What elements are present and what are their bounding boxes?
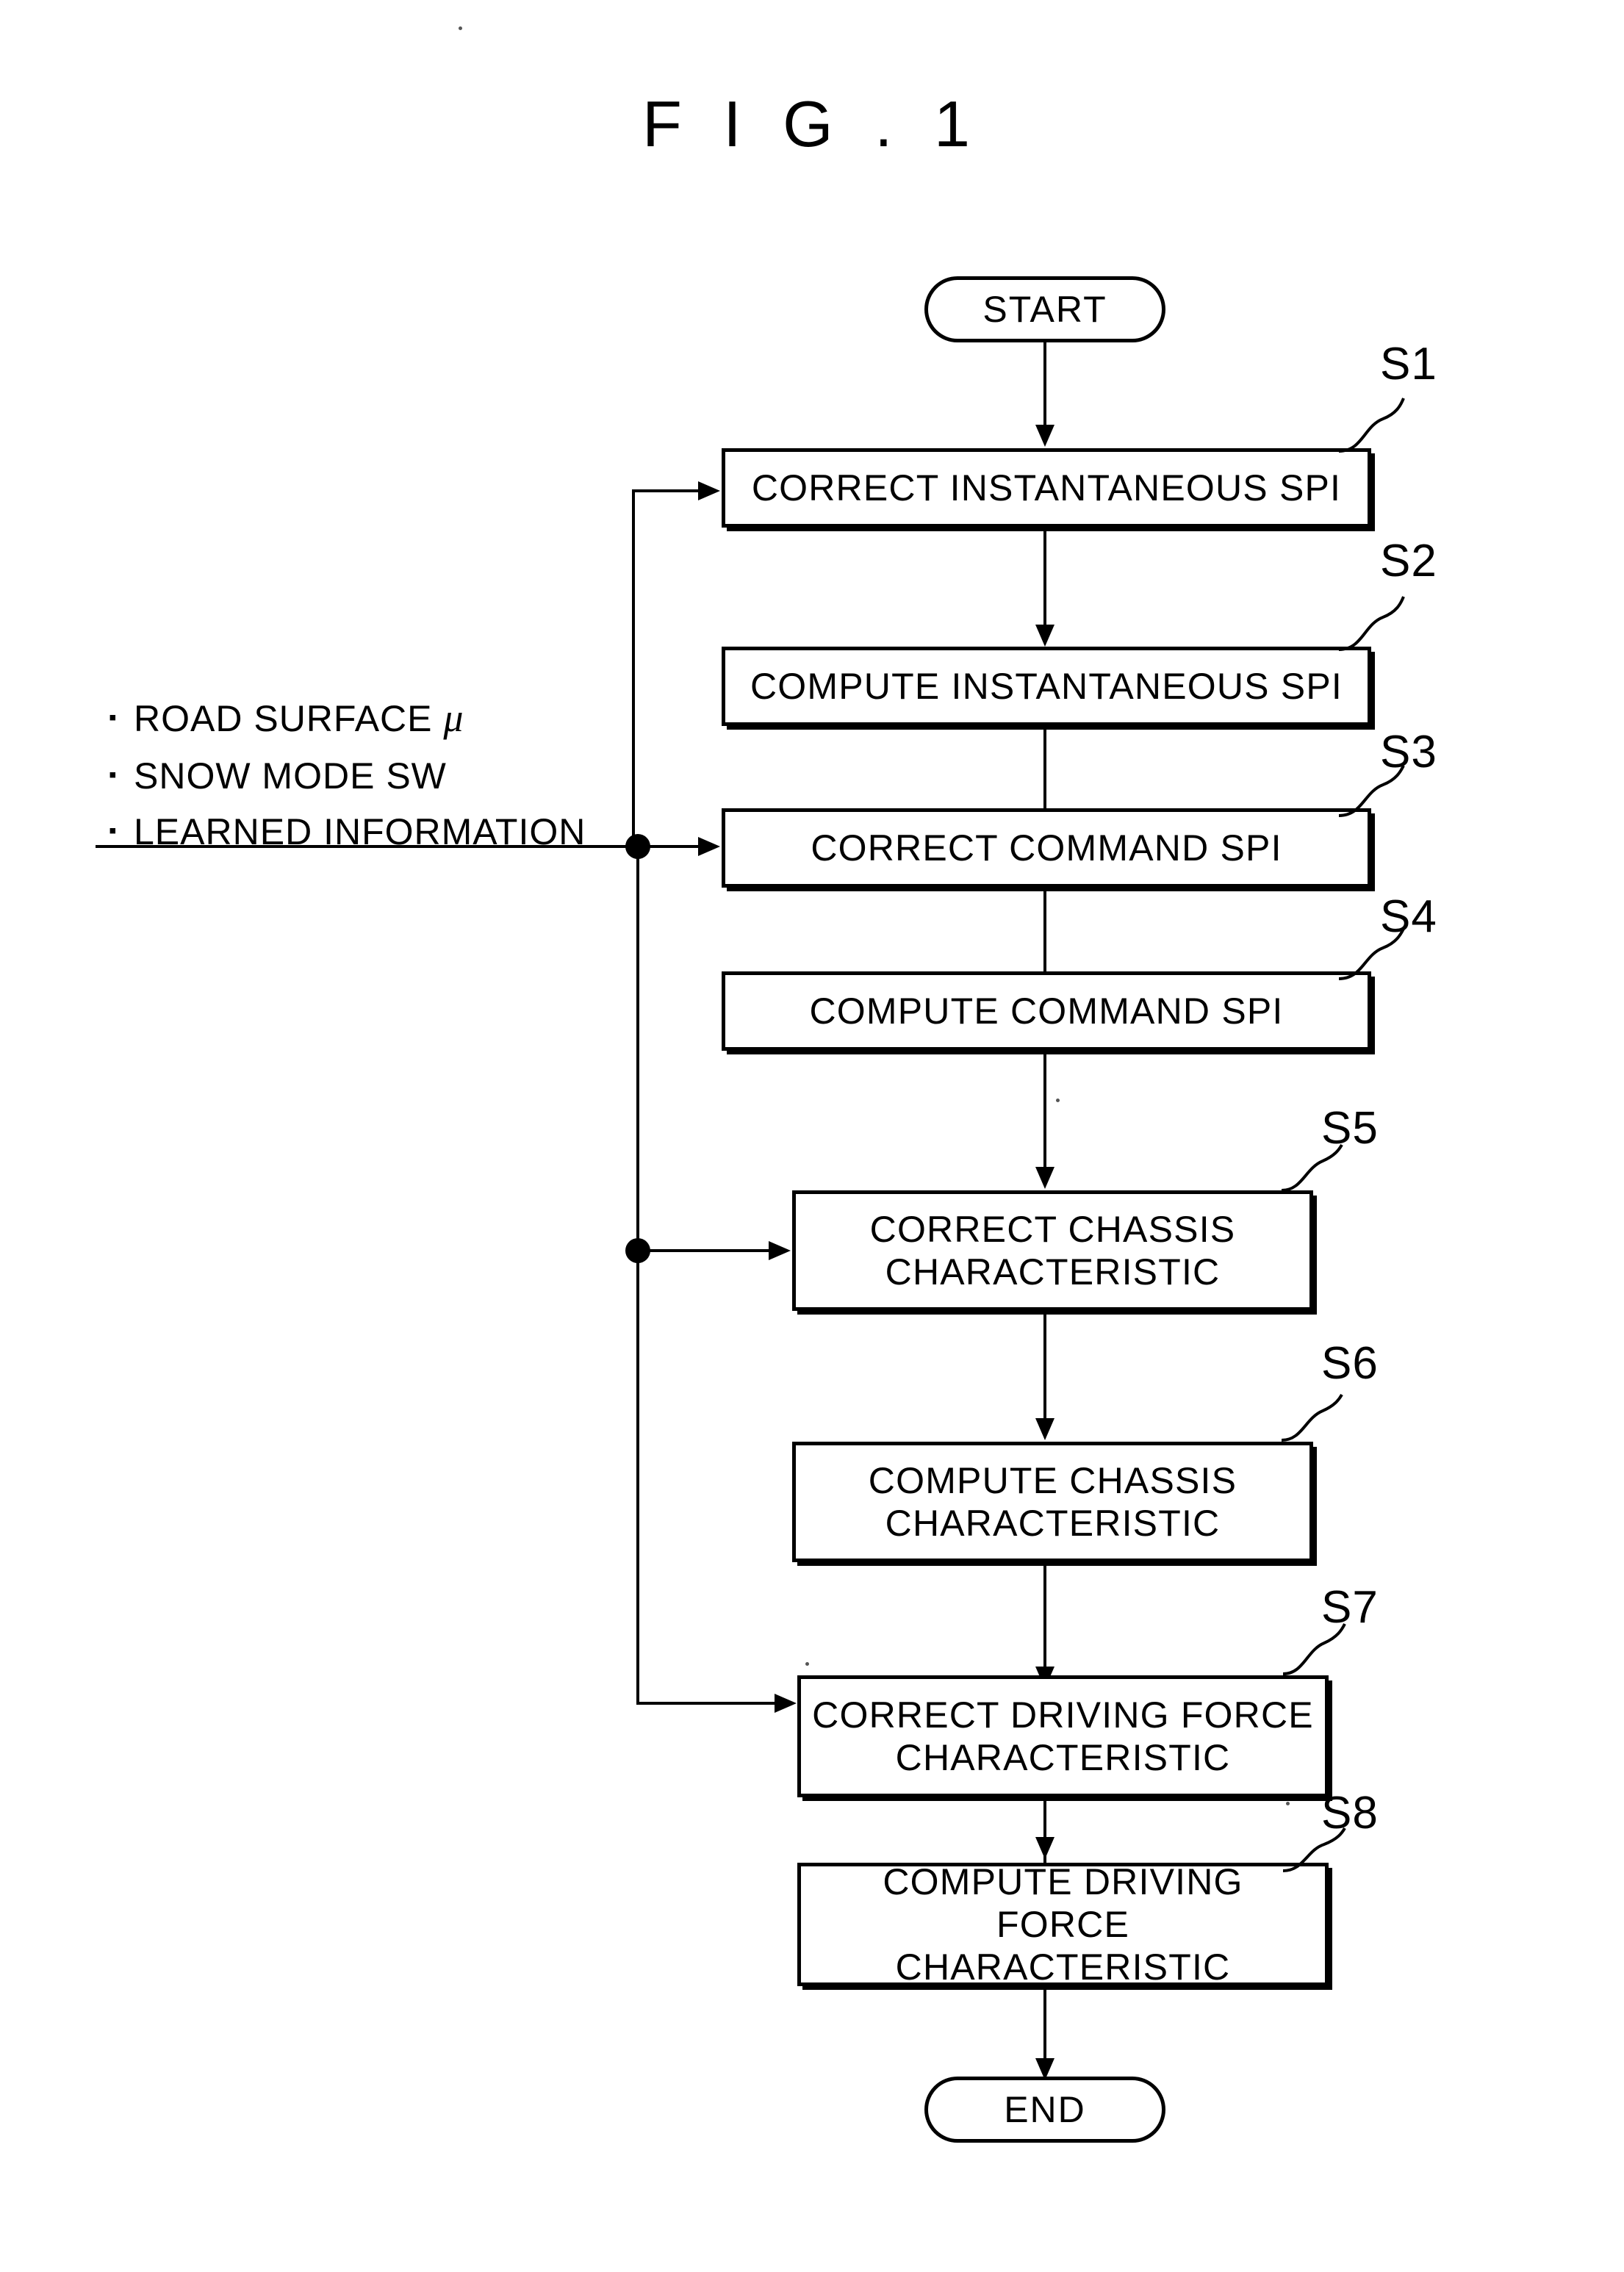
- bullet-icon: ▪: [109, 705, 118, 730]
- arrowhead-icon: [769, 1241, 791, 1260]
- connector-s2-to-s3: [1043, 726, 1046, 822]
- process-box-s5: CORRECT CHASSIS CHARACTERISTIC: [792, 1190, 1313, 1311]
- bus-branch-to-s1-vertical: [632, 491, 635, 848]
- branch-to-s3: [650, 845, 698, 848]
- end-label: END: [1004, 2089, 1086, 2130]
- arrowhead-icon: [698, 837, 720, 856]
- start-label: START: [982, 289, 1107, 330]
- connector-s6-to-s7: [1043, 1562, 1046, 1667]
- process-box-s6: COMPUTE CHASSIS CHARACTERISTIC: [792, 1442, 1313, 1562]
- bullet-icon: ▪: [109, 819, 118, 844]
- leader-line-s3: [1337, 764, 1426, 820]
- mu-symbol: μ: [443, 696, 464, 740]
- distribution-bus-vertical: [636, 846, 639, 1703]
- bus-branch-to-s1-horizontal: [632, 489, 698, 492]
- process-box-s3: CORRECT COMMAND SPI: [722, 808, 1371, 888]
- page-title: F I G . 1: [642, 87, 982, 160]
- process-box-s6-label: COMPUTE CHASSIS CHARACTERISTIC: [868, 1460, 1237, 1544]
- scan-speckle: [1286, 1802, 1290, 1805]
- process-box-s2: COMPUTE INSTANTANEOUS SPI: [722, 647, 1371, 726]
- input-conditions-list: ▪ ROAD SURFACE μ ▪ SNOW MODE SW ▪ LEARNED I…: [109, 688, 586, 860]
- list-item-label: ROAD SURFACE μ: [134, 696, 464, 740]
- branch-to-s5: [650, 1249, 769, 1252]
- list-item: ▪ ROAD SURFACE μ: [109, 688, 586, 748]
- connector-s4-to-s5: [1043, 1051, 1046, 1167]
- scan-speckle: [1056, 1099, 1060, 1102]
- process-box-s8-label: COMPUTE DRIVING FORCE CHARACTERISTIC: [883, 1861, 1243, 1988]
- arrowhead-icon: [1035, 425, 1054, 447]
- leader-line-s7: [1282, 1622, 1364, 1678]
- scan-speckle: [459, 26, 462, 30]
- process-box-s7: CORRECT DRIVING FORCE CHARACTERISTIC: [797, 1675, 1329, 1797]
- step-label-s2: S2: [1380, 536, 1437, 586]
- bullet-icon: ▪: [109, 763, 118, 788]
- connector-s1-to-s2: [1043, 528, 1046, 625]
- process-box-s1-label: CORRECT INSTANTANEOUS SPI: [751, 467, 1342, 508]
- leader-line-s4: [1337, 927, 1426, 983]
- connector-start-to-s1: [1043, 342, 1046, 425]
- process-box-s1: CORRECT INSTANTANEOUS SPI: [722, 448, 1371, 528]
- arrowhead-icon: [1035, 1167, 1054, 1189]
- end-terminator: END: [924, 2077, 1165, 2143]
- junction-dot-lower: [625, 1238, 650, 1263]
- connector-s3-to-s4: [1043, 888, 1046, 982]
- branch-to-s7: [636, 1702, 775, 1705]
- step-label-s6: S6: [1321, 1338, 1379, 1389]
- junction-dot-upper: [625, 834, 650, 859]
- leader-line-s6: [1280, 1393, 1361, 1445]
- scan-speckle: [805, 1662, 809, 1666]
- arrowhead-icon: [1035, 625, 1054, 647]
- process-box-s7-label: CORRECT DRIVING FORCE CHARACTERISTIC: [812, 1694, 1314, 1778]
- arrowhead-icon: [1035, 1837, 1054, 1859]
- leader-line-s2: [1337, 595, 1426, 654]
- arrowhead-icon: [775, 1694, 797, 1713]
- arrowhead-icon: [1035, 1418, 1054, 1440]
- process-box-s5-label: CORRECT CHASSIS CHARACTERISTIC: [869, 1209, 1236, 1293]
- process-box-s8: COMPUTE DRIVING FORCE CHARACTERISTIC: [797, 1861, 1329, 1988]
- list-item: ▪ LEARNED INFORMATION: [109, 804, 586, 860]
- process-box-s3-label: CORRECT COMMAND SPI: [811, 827, 1282, 869]
- list-item-label: SNOW MODE SW: [134, 755, 447, 797]
- arrowhead-icon: [698, 481, 720, 500]
- process-box-s4: COMPUTE COMMAND SPI: [722, 971, 1371, 1051]
- process-box-s2-label: COMPUTE INSTANTANEOUS SPI: [750, 666, 1343, 707]
- start-terminator: START: [924, 276, 1165, 342]
- connector-s5-to-s6: [1043, 1311, 1046, 1418]
- step-label-s1: S1: [1380, 339, 1437, 389]
- leader-line-s1: [1337, 397, 1426, 456]
- leader-line-s5: [1280, 1143, 1361, 1195]
- list-item: ▪ SNOW MODE SW: [109, 748, 586, 804]
- patent-figure-page: F I G . 1 START CORRECT INSTANTANEOUS SP…: [0, 0, 1624, 2272]
- leader-line-s8: [1282, 1827, 1364, 1875]
- input-bus-line: [96, 845, 639, 848]
- process-box-s4-label: COMPUTE COMMAND SPI: [809, 991, 1284, 1032]
